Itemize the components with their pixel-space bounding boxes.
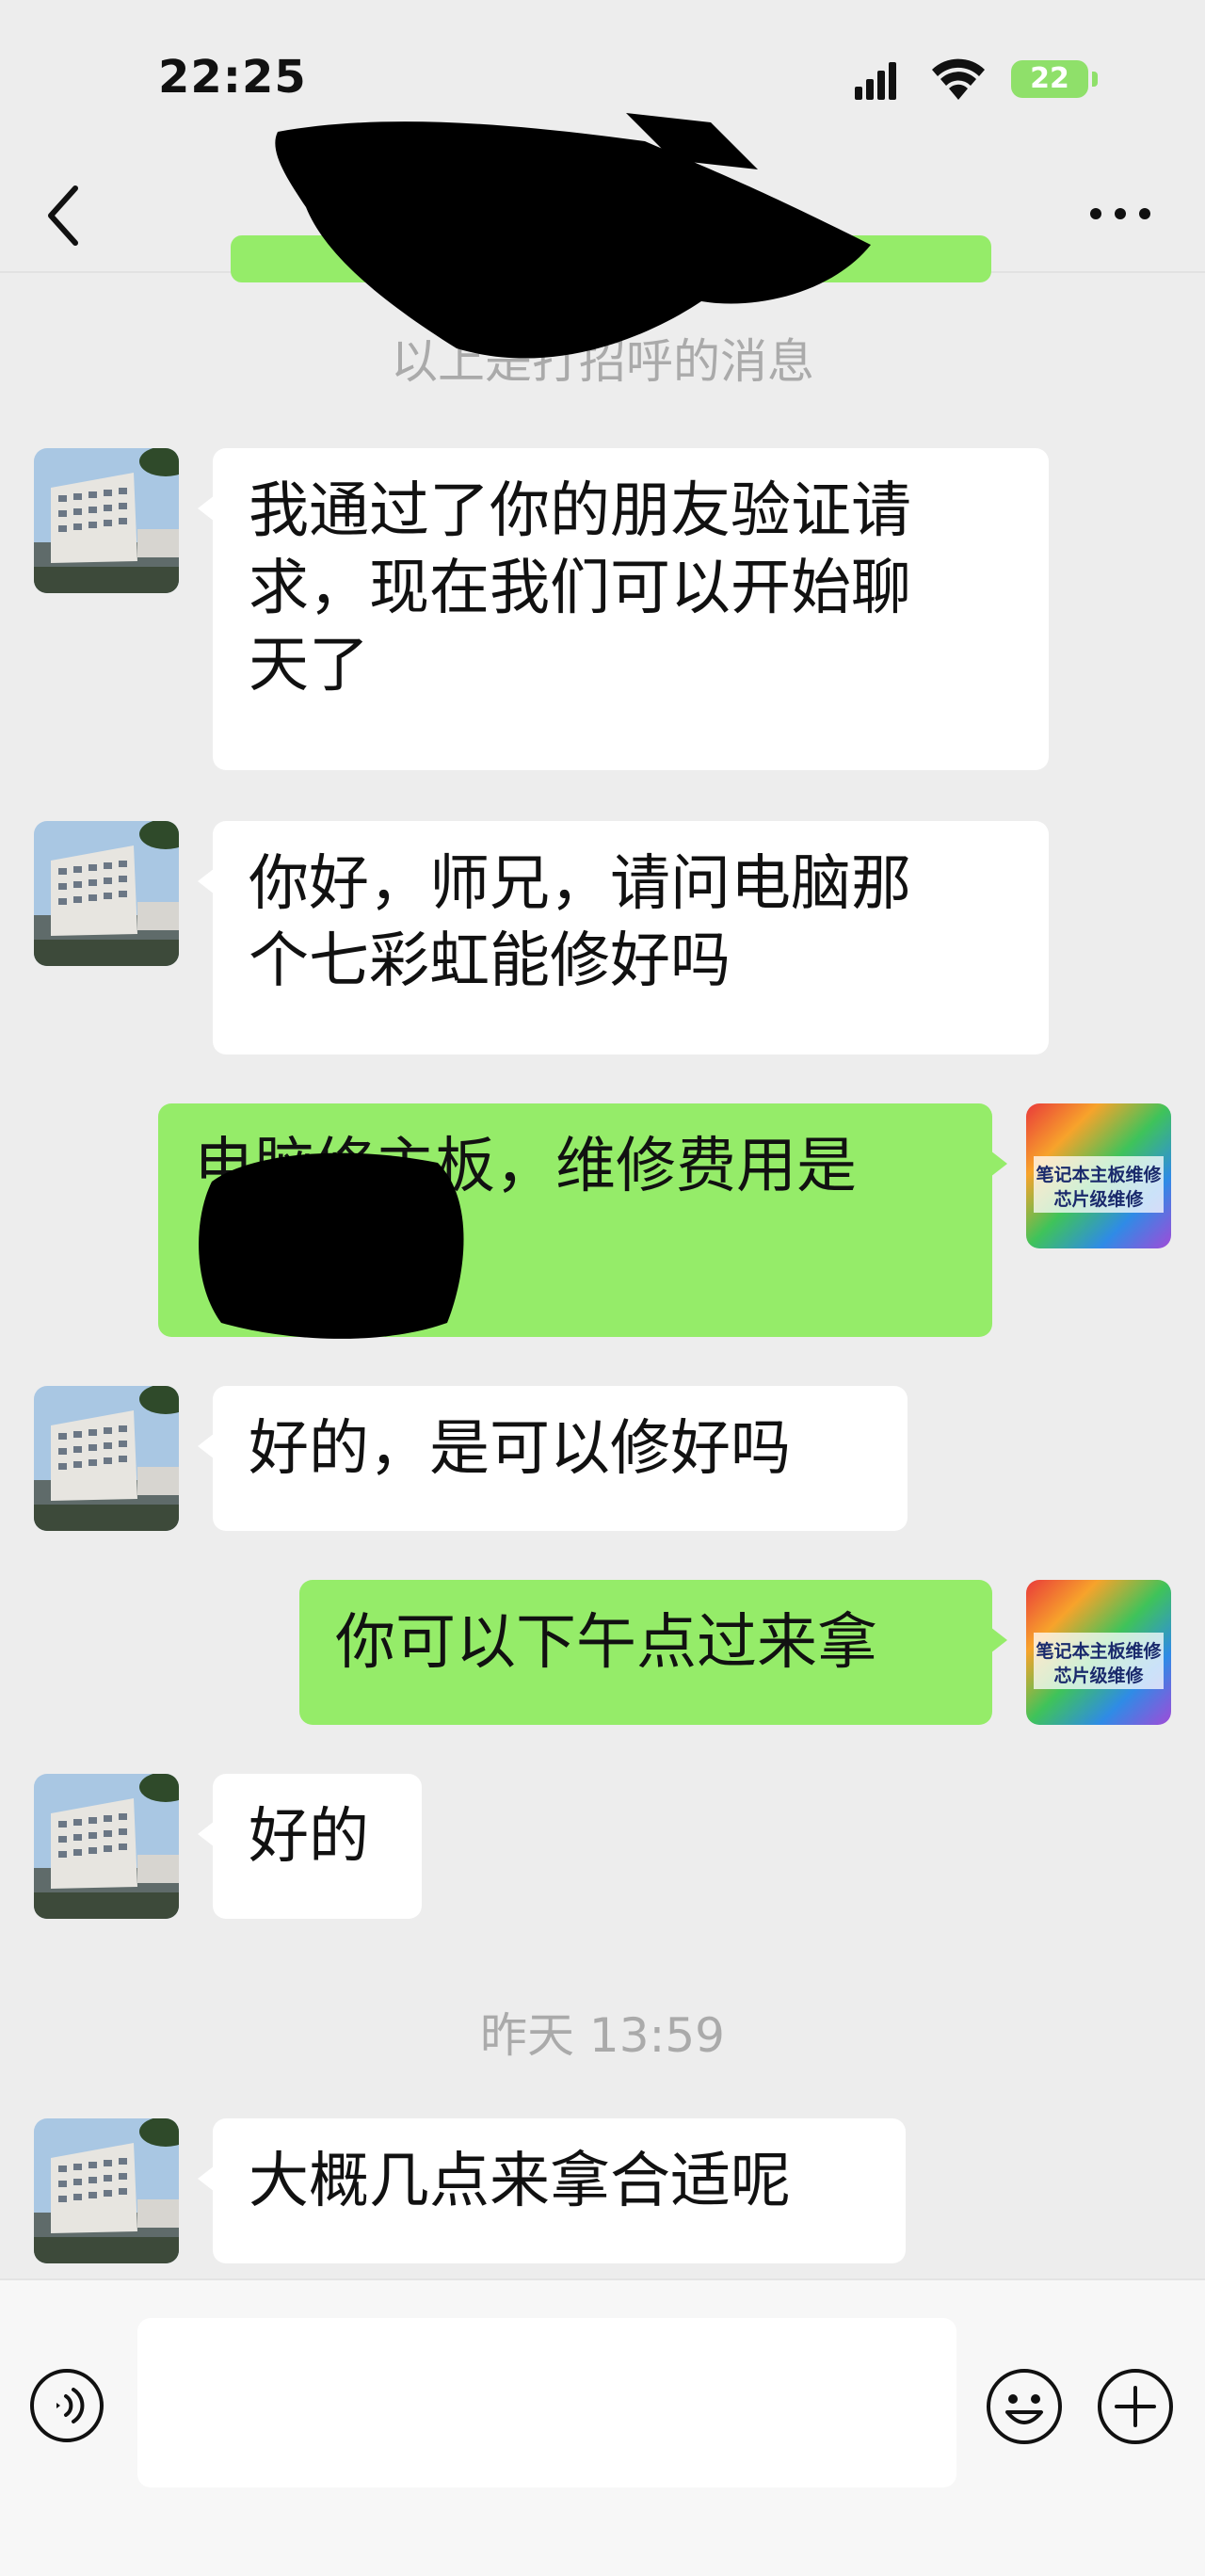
battery-indicator: 22 — [1011, 60, 1088, 98]
plus-icon[interactable] — [1096, 2367, 1175, 2446]
message-input[interactable] — [137, 2318, 956, 2487]
avatar-text-line1: 笔记本主板维修 — [1036, 1164, 1162, 1185]
redaction-scribble — [275, 113, 871, 359]
my-avatar[interactable]: 笔记本主板维修 芯片级维修 — [1026, 1580, 1171, 1725]
contact-avatar[interactable] — [34, 448, 179, 593]
status-time: 22:25 — [158, 51, 307, 104]
contact-avatar[interactable] — [34, 821, 179, 966]
voice-icon[interactable] — [28, 2367, 105, 2444]
redaction-scribble — [199, 1152, 464, 1339]
contact-avatar[interactable] — [34, 1386, 179, 1531]
ellipsis-icon[interactable] — [1087, 200, 1153, 228]
contact-avatar[interactable] — [34, 1774, 179, 1919]
incoming-message-bubble: 好的，是可以修好吗 — [198, 1386, 908, 1531]
my-avatar[interactable]: 笔记本主板维修 芯片级维修 — [1026, 1103, 1171, 1248]
incoming-message-bubble: 你好，师兄，请问电脑那 个七彩虹能修好吗 — [198, 821, 1049, 1055]
timestamp: 昨天 13:59 — [480, 2008, 725, 2063]
wifi-icon — [932, 58, 985, 100]
incoming-message-bubble: 好的 — [198, 1774, 422, 1919]
input-bar — [0, 2278, 1205, 2576]
incoming-message-bubble: 大概几点来拿合适呢 — [198, 2118, 906, 2263]
outgoing-message-bubble: 你可以下午点过来拿 — [299, 1580, 1007, 1725]
battery-cap — [1092, 72, 1098, 87]
avatar-text-line1: 笔记本主板维修 — [1036, 1640, 1162, 1662]
avatar-text-line2: 芯片级维修 — [1053, 1188, 1144, 1210]
emoji-icon[interactable] — [985, 2367, 1064, 2446]
incoming-message-bubble: 我通过了你的朋友验证请 求，现在我们可以开始聊 天了 — [198, 448, 1049, 770]
avatar-text-line2: 芯片级维修 — [1053, 1665, 1144, 1686]
cellular-signal-icon — [855, 62, 896, 100]
contact-avatar[interactable] — [34, 2118, 179, 2263]
